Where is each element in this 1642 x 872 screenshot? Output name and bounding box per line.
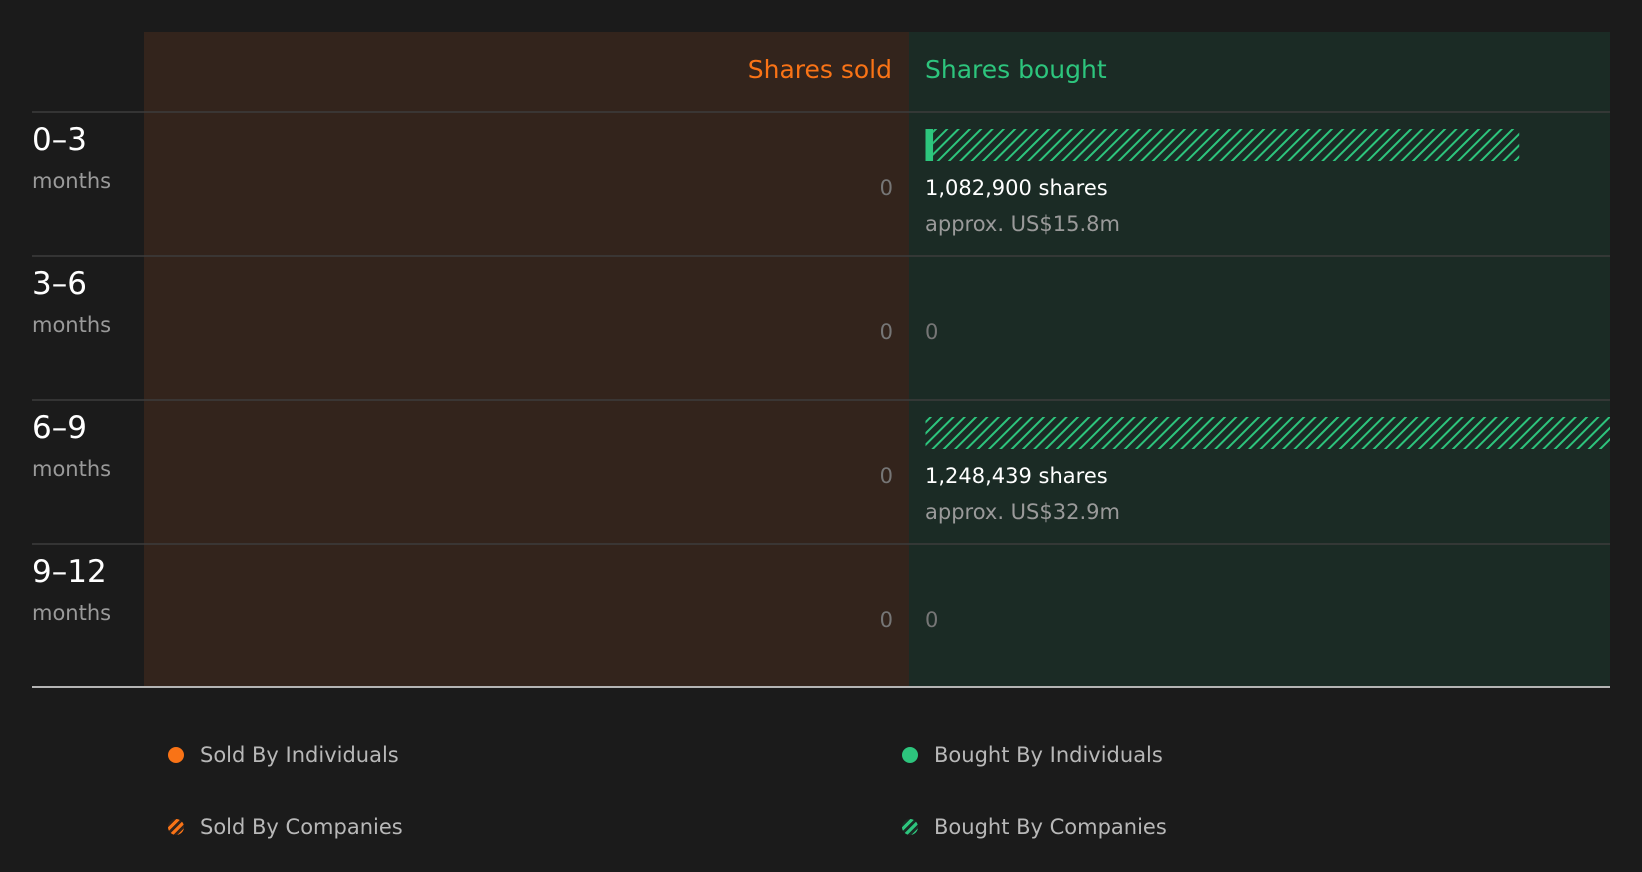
bar-bought-individuals bbox=[925, 129, 934, 161]
period-range-label: 9–12 bbox=[32, 554, 107, 590]
legend-label: Sold By Companies bbox=[200, 815, 403, 839]
green-hatched-dot-icon bbox=[902, 819, 918, 835]
sold-value-label: 0 bbox=[880, 608, 893, 632]
bought-usd-label: approx. US$32.9m bbox=[925, 500, 1120, 524]
bar-bought-companies bbox=[933, 129, 1520, 161]
period-range-label: 0–3 bbox=[32, 122, 87, 158]
period-range-label: 3–6 bbox=[32, 266, 87, 302]
period-range-label: 6–9 bbox=[32, 410, 87, 446]
legend-sold-individuals: Sold By Individuals bbox=[168, 743, 399, 767]
insider-trading-chart: Shares sold Shares bought 0–3 months 0 1,08… bbox=[32, 32, 1610, 688]
bought-usd-label: approx. US$15.8m bbox=[925, 212, 1120, 236]
period-unit-label: months bbox=[32, 313, 111, 337]
sold-value-label: 0 bbox=[880, 320, 893, 344]
bar-bought-companies bbox=[925, 417, 1610, 449]
legend-label: Bought By Individuals bbox=[934, 743, 1163, 767]
bought-value-label: 0 bbox=[925, 608, 938, 632]
legend-label: Bought By Companies bbox=[934, 815, 1167, 839]
bought-value-label: 0 bbox=[925, 320, 938, 344]
orange-hatched-dot-icon bbox=[168, 819, 184, 835]
sold-value-label: 0 bbox=[880, 176, 893, 200]
legend-bought-companies: Bought By Companies bbox=[902, 815, 1167, 839]
legend-bought-individuals: Bought By Individuals bbox=[902, 743, 1163, 767]
legend-label: Sold By Individuals bbox=[200, 743, 399, 767]
header-sold: Shares sold bbox=[748, 55, 892, 84]
header-bought: Shares bought bbox=[925, 55, 1107, 84]
orange-dot-icon bbox=[168, 747, 184, 763]
bought-value-label: 1,248,439 shares bbox=[925, 464, 1108, 488]
period-unit-label: months bbox=[32, 601, 111, 625]
period-unit-label: months bbox=[32, 169, 111, 193]
legend-sold-companies: Sold By Companies bbox=[168, 815, 403, 839]
period-unit-label: months bbox=[32, 457, 111, 481]
bought-value-label: 1,082,900 shares bbox=[925, 176, 1108, 200]
sold-panel bbox=[144, 32, 909, 687]
sold-value-label: 0 bbox=[880, 464, 893, 488]
green-dot-icon bbox=[902, 747, 918, 763]
